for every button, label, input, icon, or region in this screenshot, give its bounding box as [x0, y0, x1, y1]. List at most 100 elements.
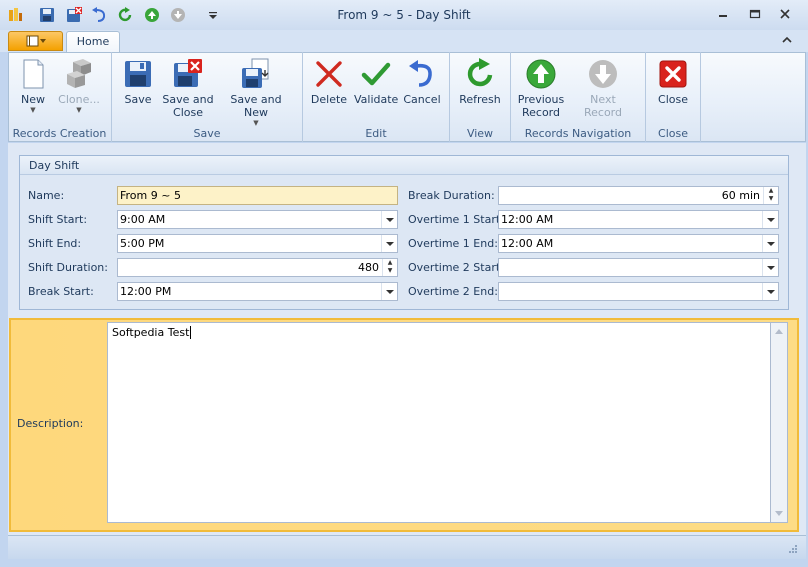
group-caption-bar	[20, 156, 788, 175]
chevron-down-icon[interactable]	[762, 211, 778, 228]
resize-grip-icon[interactable]	[786, 544, 798, 556]
minimize-icon[interactable]	[710, 5, 736, 23]
validate-label: Validate	[354, 93, 399, 106]
overtime2-start-combo[interactable]	[498, 258, 779, 277]
save-button[interactable]: Save	[120, 58, 156, 106]
overtime1-end-value: 12:00 AM	[501, 237, 554, 250]
name-value: From 9 ~ 5	[120, 189, 181, 202]
cancel-button[interactable]: Cancel	[402, 58, 442, 106]
shift-duration-value: 480	[358, 261, 379, 274]
break-start-combo[interactable]: 12:00 PM	[117, 282, 398, 301]
window-title: From 9 ~ 5 - Day Shift	[337, 8, 471, 22]
maximize-icon[interactable]	[742, 5, 768, 23]
spin-up-icon[interactable]: ▲	[764, 187, 778, 195]
description-value: Softpedia Test	[112, 326, 190, 339]
save-and-new-button[interactable]: Save and New ▼	[219, 58, 293, 128]
shift-duration-spinner[interactable]: 480 ▲ ▼	[117, 258, 398, 277]
dropdown-arrow-icon: ▼	[30, 106, 36, 114]
group-label: Edit	[365, 127, 387, 140]
refresh-icon	[467, 58, 493, 87]
previous-record-button[interactable]: Previous Record	[517, 58, 565, 119]
group-title: Day Shift	[29, 159, 80, 172]
group-label: Save	[193, 127, 221, 140]
shift-duration-label: Shift Duration:	[28, 261, 108, 274]
chevron-down-icon[interactable]	[762, 235, 778, 252]
break-start-label: Break Start:	[28, 285, 94, 298]
spin-buttons[interactable]: ▲ ▼	[382, 259, 397, 276]
chevron-down-icon[interactable]	[381, 211, 397, 228]
shift-start-value: 9:00 AM	[120, 213, 166, 226]
dropdown-arrow-icon: ▼	[253, 119, 259, 127]
up-arrow-circle-icon	[526, 59, 556, 89]
overtime2-end-label: Overtime 2 End:	[408, 285, 498, 298]
validate-button[interactable]: Validate	[354, 58, 398, 106]
close-label: Close	[658, 93, 688, 106]
clone-icon	[67, 59, 91, 88]
shift-start-combo[interactable]: 9:00 AM	[117, 210, 398, 229]
shift-start-label: Shift Start:	[28, 213, 88, 226]
dropdown-arrow-icon: ▼	[76, 106, 82, 114]
overtime2-end-combo[interactable]	[498, 282, 779, 301]
description-label: Description:	[17, 417, 84, 430]
collapse-ribbon-icon[interactable]	[780, 34, 796, 48]
close-window-icon[interactable]	[772, 5, 798, 23]
save-and-new-icon	[242, 58, 269, 88]
new-button[interactable]: New ▼	[14, 58, 52, 115]
refresh-label: Refresh	[459, 93, 501, 106]
overtime2-start-label: Overtime 2 Start:	[408, 261, 504, 274]
shift-end-combo[interactable]: 5:00 PM	[117, 234, 398, 253]
undo-icon	[409, 60, 432, 87]
previous-record-label-1: Previous	[517, 93, 565, 106]
break-duration-value: 60 min	[721, 189, 760, 202]
app-menu-button[interactable]	[8, 31, 63, 51]
save-label: Save	[124, 93, 152, 106]
delete-icon	[316, 61, 342, 87]
chevron-down-icon[interactable]	[762, 259, 778, 276]
break-duration-label: Break Duration:	[408, 189, 495, 202]
chevron-down-icon[interactable]	[762, 283, 778, 300]
new-label: New	[21, 93, 45, 106]
checkmark-icon	[361, 62, 391, 86]
overtime1-start-label: Overtime 1 Start:	[408, 213, 504, 226]
spin-down-icon[interactable]: ▼	[764, 195, 778, 203]
close-button[interactable]: Close	[654, 58, 692, 106]
chevron-down-icon[interactable]	[381, 235, 397, 252]
clone-label: Clone...	[58, 93, 100, 106]
save-and-close-icon	[174, 59, 202, 87]
spin-down-icon[interactable]: ▼	[383, 267, 397, 275]
clone-button: Clone... ▼	[56, 58, 102, 115]
spin-up-icon[interactable]: ▲	[383, 259, 397, 267]
refresh-button[interactable]: Refresh	[457, 58, 503, 106]
next-record-label: Next Record	[583, 93, 622, 119]
shift-end-label: Shift End:	[28, 237, 82, 250]
shift-end-value: 5:00 PM	[120, 237, 165, 250]
text-caret	[190, 326, 192, 339]
save-and-close-label-2: Close	[173, 106, 203, 119]
overtime1-end-combo[interactable]: 12:00 AM	[498, 234, 779, 253]
group-label: Records Navigation	[524, 127, 632, 140]
overtime1-start-combo[interactable]: 12:00 AM	[498, 210, 779, 229]
name-label: Name:	[28, 189, 65, 202]
spin-buttons[interactable]: ▲ ▼	[763, 187, 778, 204]
overtime1-end-label: Overtime 1 End:	[408, 237, 498, 250]
close-icon	[659, 60, 687, 88]
name-input[interactable]: From 9 ~ 5	[117, 186, 398, 205]
save-and-new-label: Save and New	[230, 93, 282, 119]
group-label: Close	[658, 127, 688, 140]
delete-button[interactable]: Delete	[310, 58, 348, 106]
break-start-value: 12:00 PM	[120, 285, 172, 298]
group-label: Records Creation	[12, 127, 107, 140]
status-bar	[8, 535, 806, 559]
tab-row	[0, 30, 808, 52]
chevron-down-icon[interactable]	[381, 283, 397, 300]
save-and-close-label-1: Save and	[162, 93, 214, 106]
overtime1-start-value: 12:00 AM	[501, 213, 554, 226]
tab-home[interactable]: Home	[66, 31, 120, 53]
break-duration-spinner[interactable]: 60 min ▲ ▼	[498, 186, 779, 205]
save-and-close-button[interactable]: Save and Close	[161, 58, 215, 119]
description-scrollbar[interactable]	[771, 322, 788, 523]
next-record-button: Next Record	[570, 58, 636, 119]
down-arrow-circle-icon	[589, 60, 617, 88]
description-textarea[interactable]: Softpedia Test	[107, 322, 771, 523]
save-icon	[125, 61, 151, 87]
